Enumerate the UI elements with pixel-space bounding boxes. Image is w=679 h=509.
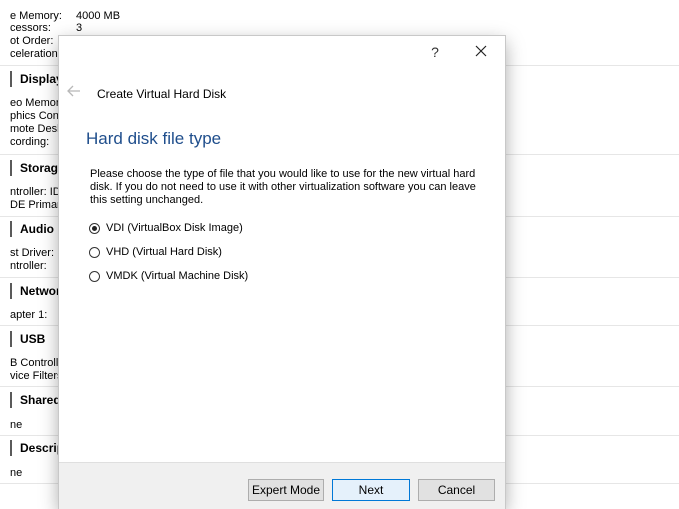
radio-option-vdi[interactable]: VDI (VirtualBox Disk Image) — [89, 220, 243, 236]
detail-line: ne — [10, 419, 23, 431]
radio-label: VDI (VirtualBox Disk Image) — [106, 222, 243, 234]
detail-line: B Controlle — [10, 357, 65, 369]
help-icon: ? — [431, 44, 439, 60]
cancel-button[interactable]: Cancel — [418, 479, 495, 501]
detail-line: vice Filters — [10, 370, 63, 382]
page-heading: Hard disk file type — [86, 129, 222, 148]
radio-button[interactable] — [89, 246, 100, 258]
expert-mode-button[interactable]: Expert Mode — [248, 479, 324, 501]
back-button[interactable] — [65, 83, 83, 99]
page-description: Please choose the type of file that you … — [90, 168, 476, 206]
detail-acceleration: celeration: — [10, 48, 61, 60]
radio-button[interactable] — [89, 222, 100, 234]
create-virtual-hard-disk-dialog: ? Create Virtual Hard Disk Hard disk fil… — [59, 36, 505, 509]
detail-line: ntroller: ID — [10, 186, 61, 198]
detail-line: cording: — [10, 136, 50, 148]
radio-label: VMDK (Virtual Machine Disk) — [106, 270, 249, 282]
detail-line: apter 1: — [10, 309, 48, 321]
back-arrow-icon — [67, 85, 80, 97]
detail-line: st Driver: — [10, 247, 54, 259]
close-icon — [475, 45, 487, 57]
detail-line: eo Memor — [10, 97, 60, 109]
detail-line: phics Con — [10, 110, 59, 122]
detail-line: ntroller: — [10, 260, 47, 272]
radio-button[interactable] — [89, 270, 100, 282]
detail-processors: cessors: 3 — [10, 22, 83, 34]
next-button[interactable]: Next — [332, 479, 410, 501]
wizard-title: Create Virtual Hard Disk — [97, 87, 227, 101]
detail-boot-order: ot Order: — [10, 35, 54, 47]
radio-option-vmdk[interactable]: VMDK (Virtual Machine Disk) — [89, 268, 248, 284]
dialog-footer: Expert Mode Next Cancel — [59, 462, 505, 509]
detail-line: ne — [10, 467, 23, 479]
detail-line: mote Desk — [10, 123, 63, 135]
detail-memory: e Memory: 4000 MB — [10, 10, 121, 22]
close-button[interactable] — [471, 42, 491, 62]
detail-line: DE Primary — [10, 199, 67, 211]
radio-label: VHD (Virtual Hard Disk) — [106, 246, 222, 258]
radio-option-vhd[interactable]: VHD (Virtual Hard Disk) — [89, 244, 222, 260]
help-button[interactable]: ? — [425, 42, 445, 62]
